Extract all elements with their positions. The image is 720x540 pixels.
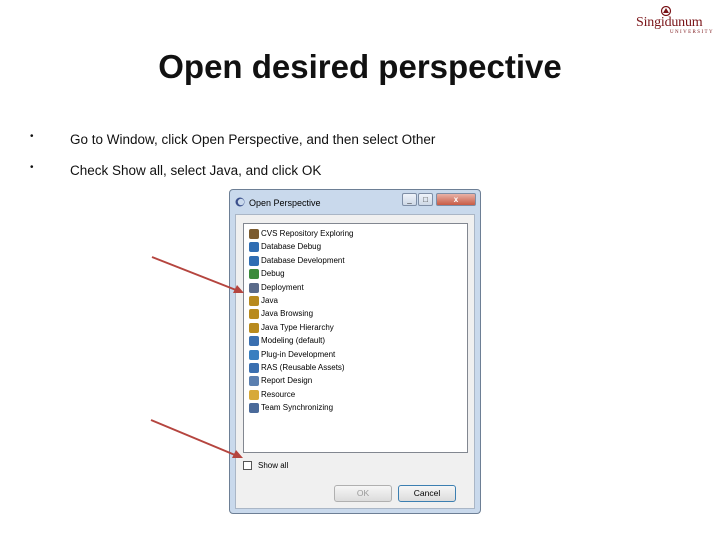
annotation-arrows [150, 256, 244, 458]
arrow-to-java [151, 256, 237, 291]
arrow-to-show-all [150, 419, 236, 456]
